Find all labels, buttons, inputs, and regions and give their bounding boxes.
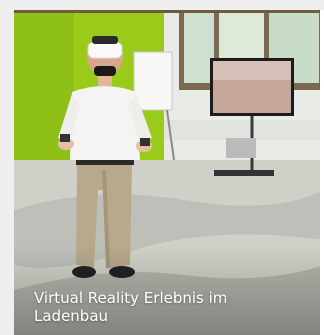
card-caption[interactable]: Virtual Reality Erlebnis im Ladenbau (34, 289, 284, 325)
adjacent-card-edge (320, 10, 324, 335)
vr-experience-card[interactable]: Virtual Reality Erlebnis im Ladenbau (14, 10, 324, 335)
vr-headset-icon (87, 36, 123, 59)
